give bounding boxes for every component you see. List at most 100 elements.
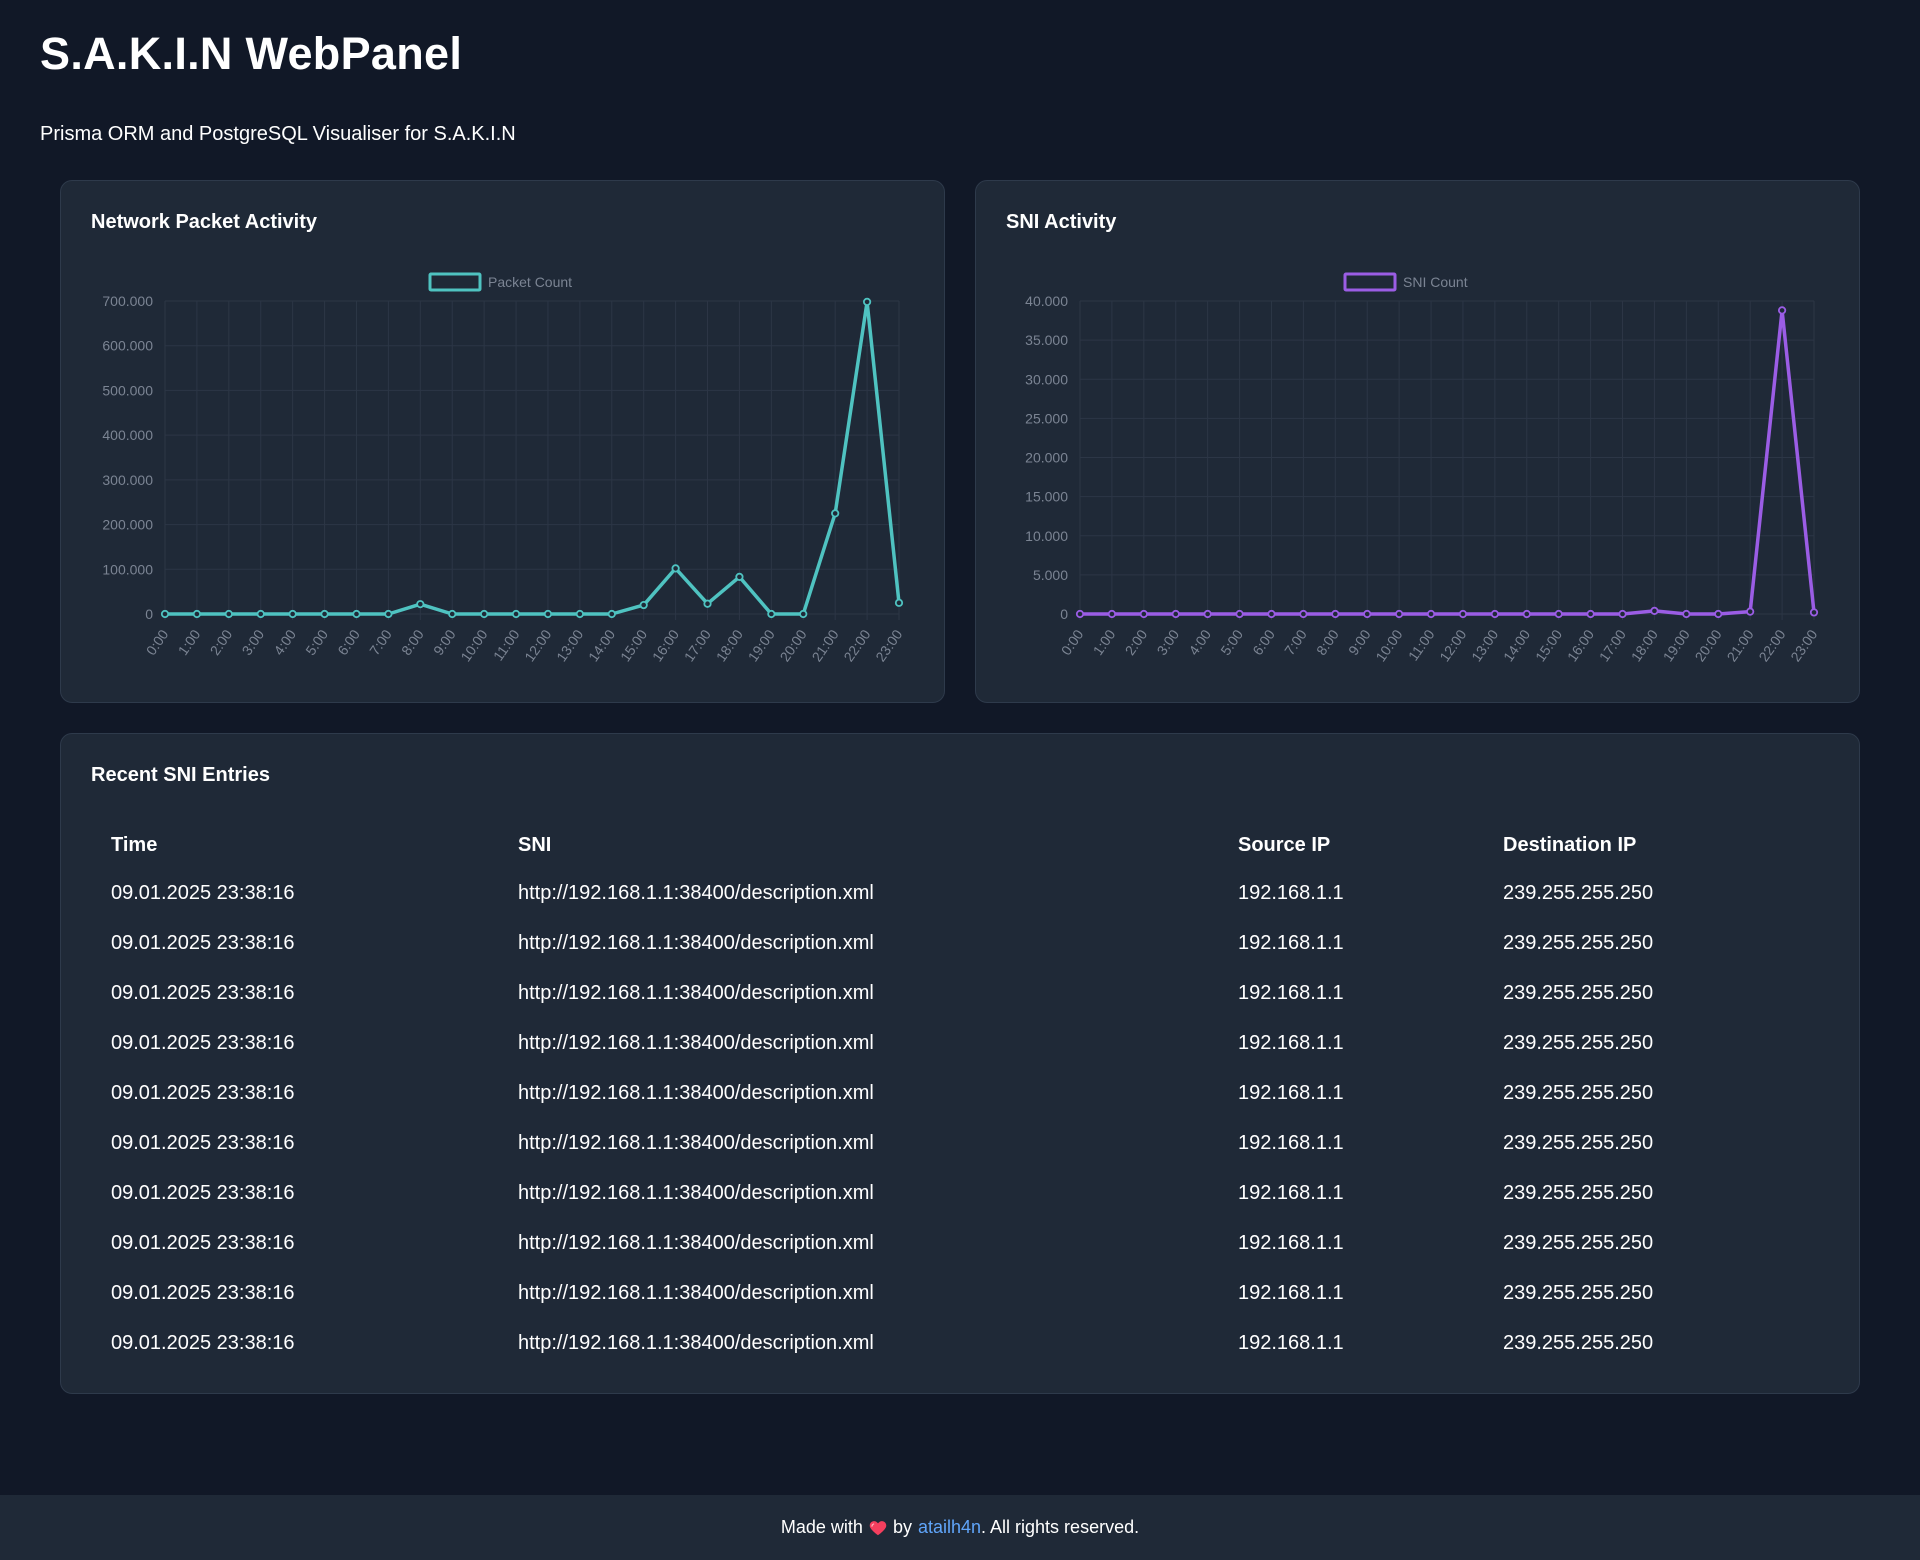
recent-sni-card: Recent SNI Entries Time SNI Source IP De…	[60, 733, 1860, 1394]
column-header-sni: SNI	[518, 833, 552, 856]
column-header-source-ip: Source IP	[1238, 833, 1331, 856]
cell-time: 09.01.2025 23:38:16	[111, 1331, 295, 1354]
packet-chart-y-tick-label: 0	[145, 606, 153, 622]
packet-chart-x-tick-label: 4:00	[270, 626, 299, 658]
footer: Made with by atailh4n. All rights reserv…	[0, 1495, 1920, 1560]
packet-chart-y-tick-label: 600.000	[102, 338, 153, 354]
packet-chart-x-tick-label: 8:00	[398, 626, 427, 658]
sni-chart-x-tick-label: 18:00	[1628, 626, 1661, 664]
sni-chart-data-point	[1299, 609, 1308, 619]
sni-chart-data-point	[1235, 609, 1244, 619]
packet-chart-data-point	[894, 598, 904, 607]
sni-chart-y-tick-label: 40.000	[1025, 293, 1068, 309]
footer-prefix: Made with	[780, 1517, 863, 1537]
cell-time: 09.01.2025 23:38:16	[111, 1181, 295, 1204]
packet-chart-x-tick-label: 22:00	[840, 626, 873, 664]
sni-chart-x-tick-label: 15:00	[1532, 626, 1565, 664]
packet-activity-card: Network Packet Activity Packet Count 0 100…	[60, 180, 945, 703]
sni-chart-data-point	[1075, 609, 1085, 619]
cell-source-ip: 192.168.1.1	[1238, 1081, 1344, 1104]
page-subtitle: Prisma ORM and PostgreSQL Visualiser for…	[40, 123, 516, 145]
footer-by: by	[892, 1517, 912, 1537]
packet-chart-x-tick-label: 23:00	[872, 626, 905, 664]
cell-source-ip: 192.168.1.1	[1238, 1281, 1344, 1304]
cell-source-ip: 192.168.1.1	[1238, 1231, 1344, 1254]
sni-activity-chart: SNI Count 0 5.000 10.000 15.000 20.000 25.000 3…	[1025, 272, 1821, 664]
table-row: 09.01.2025 23:38:16 http://192.168.1.1:38…	[91, 868, 1831, 918]
footer-suffix: . All rights reserved.	[981, 1517, 1140, 1537]
sni-chart-x-tick-label: 5:00	[1217, 626, 1246, 658]
packet-chart-x-tick-label: 5:00	[302, 626, 331, 658]
sni-chart-y-tick-label: 25.000	[1025, 410, 1068, 426]
sni-chart-series-line	[1080, 308, 1816, 616]
packet-chart-x-tick-label: 13:00	[553, 626, 586, 664]
sni-chart-x-tick-label: 23:00	[1787, 626, 1820, 664]
sni-chart-x-tick-label: 9:00	[1345, 626, 1374, 658]
cell-sni: http://192.168.1.1:38400/description.xml	[518, 1331, 874, 1354]
cell-time: 09.01.2025 23:38:16	[111, 931, 295, 954]
sni-chart-x-tick-label: 0:00	[1058, 626, 1087, 658]
packet-chart-data-point	[416, 600, 425, 609]
sni-chart-x-tick-label: 13:00	[1468, 626, 1501, 664]
sni-chart-data-point	[1618, 609, 1627, 619]
cell-source-ip: 192.168.1.1	[1238, 1131, 1344, 1154]
packet-chart-data-point	[831, 509, 840, 518]
cell-destination-ip: 239.255.255.250	[1503, 931, 1654, 954]
cell-destination-ip: 239.255.255.250	[1503, 1081, 1654, 1104]
cell-sni: http://192.168.1.1:38400/description.xml	[518, 1131, 874, 1154]
packet-chart-data-point	[448, 609, 457, 619]
packet-chart-x-tick-label: 3:00	[238, 626, 267, 658]
packet-chart-data-point	[639, 600, 648, 610]
packet-chart-data-point	[767, 609, 776, 619]
table-row: 09.01.2025 23:38:16 http://192.168.1.1:38…	[91, 1218, 1831, 1268]
sni-chart-data-point	[1490, 609, 1499, 619]
packet-chart-y-tick-label: 200.000	[102, 517, 153, 533]
table-row: 09.01.2025 23:38:16 http://192.168.1.1:38…	[91, 918, 1831, 968]
sni-chart-y-tick-label: 20.000	[1025, 450, 1068, 466]
packet-chart-x-tick-label: 11:00	[490, 626, 523, 663]
sni-chart-data-point	[1522, 609, 1531, 619]
packet-chart-x-tick-label: 15:00	[617, 626, 650, 664]
cell-time: 09.01.2025 23:38:16	[111, 1081, 295, 1104]
cell-sni: http://192.168.1.1:38400/description.xml	[518, 1081, 874, 1104]
packet-chart-x-tick-label: 0:00	[143, 626, 172, 658]
table-row: 09.01.2025 23:38:16 http://192.168.1.1:38…	[91, 968, 1831, 1018]
packet-activity-chart: Packet Count 0 100.000 200.000 300.000 400.00…	[102, 272, 906, 664]
cell-time: 09.01.2025 23:38:16	[111, 1131, 295, 1154]
sni-chart-data-point	[1139, 609, 1148, 619]
sni-chart-legend-label: SNI Count	[1403, 274, 1468, 290]
column-header-destination-ip: Destination IP	[1503, 833, 1637, 856]
packet-chart-series-line	[165, 300, 901, 616]
cell-time: 09.01.2025 23:38:16	[111, 981, 295, 1004]
packet-chart-data-point	[320, 609, 329, 619]
packet-chart-data-point	[224, 609, 233, 619]
cell-source-ip: 192.168.1.1	[1238, 981, 1344, 1004]
cell-sni: http://192.168.1.1:38400/description.xml	[518, 981, 874, 1004]
sni-chart-x-tick-label: 6:00	[1249, 626, 1278, 658]
sni-chart-x-tick-label: 3:00	[1153, 626, 1182, 658]
sni-chart-x-tick-label: 12:00	[1436, 626, 1469, 664]
packet-chart-x-tick-label: 17:00	[681, 626, 714, 664]
sni-table: Time SNI Source IP Destination IP 09.01.…	[91, 822, 1831, 1368]
packet-chart-data-point	[703, 599, 712, 608]
packet-chart-data-point	[160, 609, 170, 619]
cell-sni: http://192.168.1.1:38400/description.xml	[518, 1031, 874, 1054]
sni-chart-data-point	[1426, 609, 1436, 619]
author-name: atailh4n	[917, 1517, 982, 1537]
sni-chart-data-point	[1682, 609, 1691, 619]
cell-source-ip: 192.168.1.1	[1238, 1031, 1344, 1054]
sni-chart-legend-swatch	[1343, 272, 1397, 292]
recent-sni-title: Recent SNI Entries	[91, 764, 270, 786]
packet-chart-x-tick-label: 9:00	[430, 626, 459, 658]
packet-chart-data-point	[862, 297, 872, 306]
sni-chart-data-point	[1554, 609, 1563, 619]
sni-chart-y-tick-label: 30.000	[1025, 371, 1068, 387]
packet-chart-x-tick-label: 10:00	[457, 626, 490, 664]
author-link[interactable]: atailh4n	[918, 1517, 981, 1538]
packet-chart-x-tick-label: 20:00	[777, 626, 810, 664]
packet-chart-data-point	[352, 609, 361, 619]
sni-chart-x-tick-label: 8:00	[1313, 626, 1342, 658]
cell-destination-ip: 239.255.255.250	[1503, 981, 1654, 1004]
cell-destination-ip: 239.255.255.250	[1503, 1131, 1654, 1154]
sni-chart-x-tick-label: 2:00	[1122, 626, 1151, 658]
